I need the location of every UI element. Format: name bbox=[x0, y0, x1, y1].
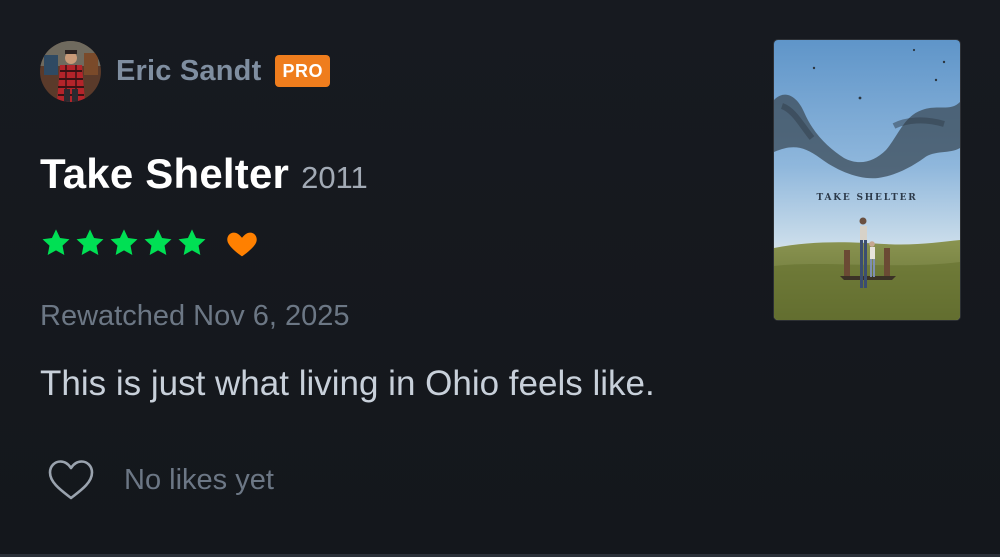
star-icon bbox=[110, 229, 138, 255]
avatar[interactable] bbox=[40, 40, 101, 102]
star-icon bbox=[42, 229, 70, 255]
star-icon bbox=[178, 229, 206, 255]
poster-title: TAKE SHELTER bbox=[816, 193, 918, 203]
review-author[interactable]: Eric Sandt PRO bbox=[40, 40, 330, 102]
liked-heart-icon bbox=[227, 232, 257, 257]
username[interactable]: Eric Sandt bbox=[116, 55, 261, 88]
pro-badge: PRO bbox=[275, 55, 330, 87]
star-icon bbox=[76, 229, 104, 255]
film-title[interactable]: Take Shelter bbox=[40, 150, 289, 198]
likes-count: No likes yet bbox=[124, 463, 274, 496]
review-card: Eric Sandt PRO Take Shelter 2011 Rewatch… bbox=[0, 0, 1000, 557]
film-poster[interactable]: TAKE SHELTER bbox=[774, 40, 960, 320]
watch-date[interactable]: Rewatched Nov 6, 2025 bbox=[40, 300, 350, 333]
star-icon bbox=[144, 229, 172, 255]
film-heading[interactable]: Take Shelter 2011 bbox=[40, 150, 368, 198]
review-text: This is just what living in Ohio feels l… bbox=[40, 364, 655, 403]
heart-outline-icon[interactable] bbox=[46, 458, 96, 502]
film-year[interactable]: 2011 bbox=[301, 160, 368, 196]
rating bbox=[40, 226, 258, 260]
likes-row[interactable]: No likes yet bbox=[46, 458, 274, 502]
